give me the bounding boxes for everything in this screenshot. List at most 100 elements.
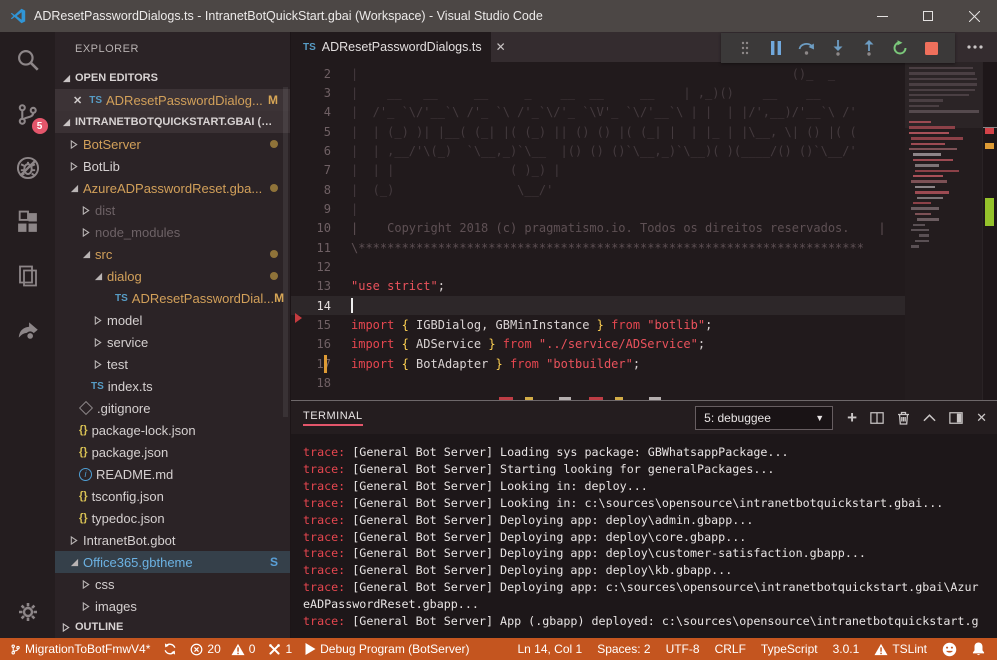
bell-icon[interactable] [972,642,985,656]
outline-header[interactable]: OUTLINE [55,616,290,638]
line-number: 9 [291,202,345,216]
terminal-select[interactable]: 5: debuggee ▼ [695,406,833,430]
cursor-position[interactable]: Ln 14, Col 1 [517,642,582,656]
file-tree: BotServerBotLibAzureADPasswordReset.gba.… [55,133,290,617]
tree-item[interactable]: IntranetBot.gbot [55,529,290,551]
maximize-button[interactable] [905,0,951,32]
sync-status[interactable] [163,642,177,656]
stop-icon[interactable] [920,37,942,59]
tree-item[interactable]: iREADME.md [55,463,290,485]
vscode-logo-icon [10,8,26,24]
tree-item[interactable]: {}typedoc.json [55,507,290,529]
code-editor[interactable]: 2| ()_ _3| __ __ __ _ __ __ __ | ,_)() _… [291,62,997,400]
chevron-expanded-icon [69,558,79,567]
encoding[interactable]: UTF-8 [666,642,700,656]
kill-terminal-icon[interactable] [897,411,910,425]
step-over-icon[interactable] [796,37,818,59]
status-bar: MigrationToBotFmwV4* 20 0 1 Debug Progra… [0,638,997,660]
split-terminal-icon[interactable] [870,411,884,425]
tree-item[interactable]: service [55,331,290,353]
new-terminal-icon[interactable]: + [847,411,857,425]
code-line: 2| ()_ _ [291,64,905,83]
pause-icon[interactable] [765,37,787,59]
code-text: "use strict"; [351,279,445,293]
tree-item[interactable]: Office365.gbthemeS [55,551,290,573]
tree-item[interactable]: TSADResetPasswordDial...M [55,287,290,309]
restart-icon[interactable] [889,37,911,59]
terminal-panel: TERMINAL 5: debuggee ▼ + ✕ trace: [Gene [291,400,997,638]
line-number: 14 [291,299,345,313]
json-icon: {} [79,424,88,436]
tree-item[interactable]: src [55,243,290,265]
minimap-row [909,121,931,123]
open-editors-header[interactable]: OPEN EDITORS [55,67,290,89]
tree-item-label: css [95,577,115,592]
gear-icon[interactable] [0,600,55,624]
tasks-status[interactable]: 1 [268,642,292,656]
search-icon[interactable] [12,44,44,76]
tree-item[interactable]: {}package-lock.json [55,419,290,441]
tree-item[interactable]: images [55,595,290,617]
more-actions-icon[interactable] [967,45,983,49]
tree-item[interactable]: css [55,573,290,595]
tab-close-icon[interactable]: ✕ [496,40,506,54]
tree-item[interactable]: {}package.json [55,441,290,463]
overview-ruler-scrollbar[interactable] [982,62,997,400]
terminal-text: [General Bot Server] Starting looking fo… [345,462,774,476]
smiley-icon[interactable] [942,642,957,657]
code-line: 7| | | ( )_) | [291,161,905,180]
tree-item[interactable]: {}tsconfig.json [55,485,290,507]
chevron-expanded-icon [69,184,79,193]
docs-pages-icon[interactable] [12,260,44,292]
step-into-icon[interactable] [827,37,849,59]
line-number: 13 [291,279,345,293]
terminal-tab[interactable]: TERMINAL [303,410,363,426]
close-editor-icon[interactable]: ✕ [73,94,82,107]
terminal-line: eADPasswordReset.gbapp... [303,596,997,613]
tslint-status[interactable]: TSLint [874,642,927,656]
workspace-section-header[interactable]: INTRANETBOTQUICKSTART.GBAI (WO... [55,111,290,133]
debug-toolbar [721,33,955,63]
minimap-row [909,94,969,96]
debug-label: Debug Program (BotServer) [320,642,469,656]
open-editor-item[interactable]: ✕ TS ADResetPasswordDialog... M [55,89,290,111]
tree-item[interactable]: TSindex.ts [55,375,290,397]
extensions-icon[interactable] [12,206,44,238]
indentation[interactable]: Spaces: 2 [597,642,650,656]
terminal-output[interactable]: trace: [General Bot Server] Loading sys … [291,434,997,630]
tree-item[interactable]: BotServer [55,133,290,155]
problems-status[interactable]: 20 0 [190,642,255,656]
close-panel-icon[interactable]: ✕ [976,410,987,426]
minimap-row [909,132,949,134]
warning-count: 0 [249,642,256,656]
tree-item[interactable]: AzureADPasswordReset.gba... [55,177,290,199]
eol-sequence[interactable]: CRLF [715,642,746,656]
tree-item[interactable]: BotLib [55,155,290,177]
tree-item[interactable]: .gitignore [55,397,290,419]
sidebar-scrollbar[interactable] [283,87,288,417]
tree-item-label: service [107,335,148,350]
terminal-text: [General Bot Server] Loading sys package… [345,445,788,459]
tree-item[interactable]: test [55,353,290,375]
share-export-icon[interactable] [12,314,44,346]
minimize-button[interactable] [859,0,905,32]
source-control-icon[interactable]: 5 [12,98,44,130]
tree-item[interactable]: dist [55,199,290,221]
debug-status[interactable]: Debug Program (BotServer) [305,642,469,656]
step-out-icon[interactable] [858,37,880,59]
move-panel-icon[interactable] [949,411,963,425]
minimap[interactable] [905,62,982,400]
grip-icon[interactable] [734,37,756,59]
branch-status[interactable]: MigrationToBotFmwV4* [10,642,150,656]
terminal-line: trace: [General Bot Server] Looking in: … [303,495,997,512]
language-mode[interactable]: TypeScript [761,642,818,656]
tree-item[interactable]: model [55,309,290,331]
maximize-panel-icon[interactable] [923,413,936,422]
debug-icon[interactable] [12,152,44,184]
ts-version[interactable]: 3.0.1 [833,642,860,656]
editor-group: TS ADResetPasswordDialogs.ts ✕ [290,32,997,638]
tab-adresetpassworddialogs[interactable]: TS ADResetPasswordDialogs.ts ✕ [291,32,491,62]
tree-item[interactable]: dialog [55,265,290,287]
tree-item[interactable]: node_modules [55,221,290,243]
close-button[interactable] [951,0,997,32]
